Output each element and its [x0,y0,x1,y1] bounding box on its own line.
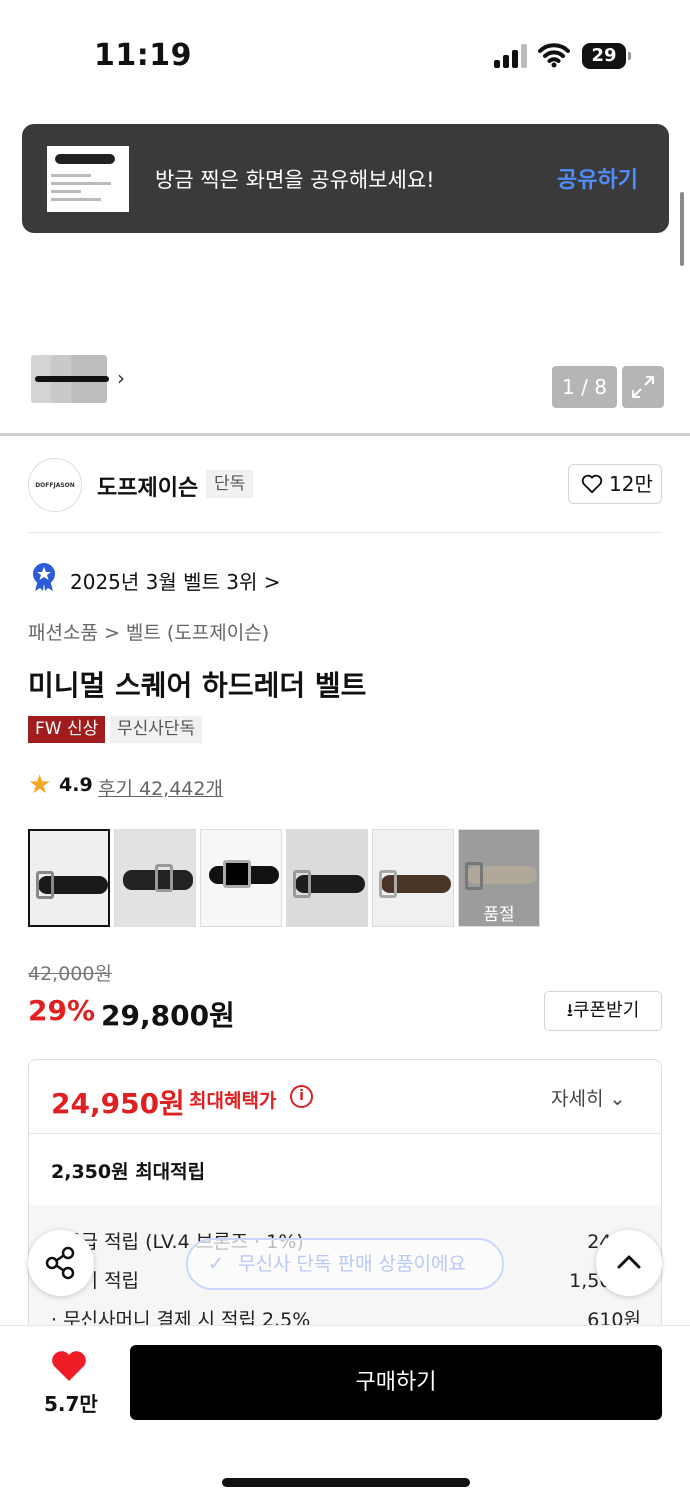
brand-like-button[interactable]: 12만 [568,464,662,504]
max-benefit-label: 최대혜택가 [189,1090,277,1112]
signal-icon [494,44,530,68]
share-icon [45,1246,75,1280]
wifi-icon [538,43,570,68]
star-icon: ★ [28,770,52,800]
share-now-button[interactable]: 공유하기 [557,162,638,194]
product-like-count: 5.7만 [44,1392,98,1416]
brand-logo[interactable]: DOFFJASON [28,458,82,512]
brand-like-count: 12만 [609,472,653,496]
new-season-tag: FW 신상 [28,716,106,743]
coupon-button[interactable]: ⭳쿠폰받기 [544,991,662,1031]
screenshot-thumbnail[interactable] [47,146,129,212]
scroll-top-button[interactable] [596,1230,662,1296]
brand-name[interactable]: 도프제이슨 [97,470,198,502]
share-toast: 방금 찍은 화면을 공유해보세요! 공유하기 [22,124,669,233]
status-time: 11:19 [94,38,192,73]
ranking-text: 2025년 3월 벨트 3위 > [70,570,281,594]
color-option[interactable] [200,829,282,927]
home-indicator[interactable] [222,1478,470,1487]
color-option[interactable] [372,829,454,927]
scrollbar[interactable] [680,192,684,266]
image-counter: 1 / 8 [552,366,617,408]
expand-icon[interactable] [622,366,664,408]
color-option-soldout[interactable]: 품절 [458,829,540,927]
discount-rate: 29% [28,994,96,1027]
soldout-label: 품절 [483,905,515,925]
max-points: 2,350원 최대적립 [51,1161,206,1183]
breadcrumb[interactable]: 패션소품 > 벨트 (도프제이슨) [28,618,269,645]
color-option[interactable] [28,829,110,927]
max-benefit-price: 24,950원 [51,1087,185,1120]
sale-price: 29,800원 [101,999,235,1032]
coupon-button-label: 쿠폰받기 [573,1000,640,1021]
heart-filled-icon[interactable] [51,1350,87,1382]
exclusive-tag: 단독 [206,470,254,498]
exclusive-notice-text: 무신사 단독 판매 상품이에요 [238,1253,466,1275]
divider [28,532,662,533]
chevron-up-icon [617,1255,641,1269]
chevron-down-icon: ⌄ [609,1088,626,1110]
buy-button[interactable]: 구매하기 [130,1345,662,1420]
divider [29,1133,661,1134]
chevron-right-icon: > [263,570,281,594]
check-icon: ✓ [208,1253,224,1275]
info-icon[interactable]: i [290,1085,313,1108]
benefits-panel: 24,950원 최대혜택가 i 자세히 ⌄ 2,350원 최대적립 · 등급 적… [28,1059,662,1359]
color-option[interactable] [286,829,368,927]
musinsa-exclusive-tag: 무신사단독 [110,716,203,743]
rating-score: 4.9 [59,774,93,796]
ranking-medal-icon [33,563,55,591]
share-button[interactable] [28,1230,94,1296]
color-option[interactable] [114,829,196,927]
product-title: 미니멀 스퀘어 하드레더 벨트 [28,669,367,702]
chevron-right-icon: › [117,366,125,390]
original-price: 42,000원 [28,963,112,985]
exclusive-notice-pill: ✓ 무신사 단독 판매 상품이에요 [186,1238,504,1290]
image-divider [0,433,690,436]
toast-message: 방금 찍은 화면을 공유해보세요! [155,168,435,192]
battery-icon: 29 [582,43,631,69]
review-count-link[interactable]: 후기 42,442개 [98,774,223,801]
detail-toggle[interactable]: 자세히 ⌄ [551,1084,625,1111]
status-bar: 11:19 29 [0,0,690,110]
heart-outline-icon [581,474,603,494]
image-thumbnail-strip[interactable]: › [27,350,141,408]
